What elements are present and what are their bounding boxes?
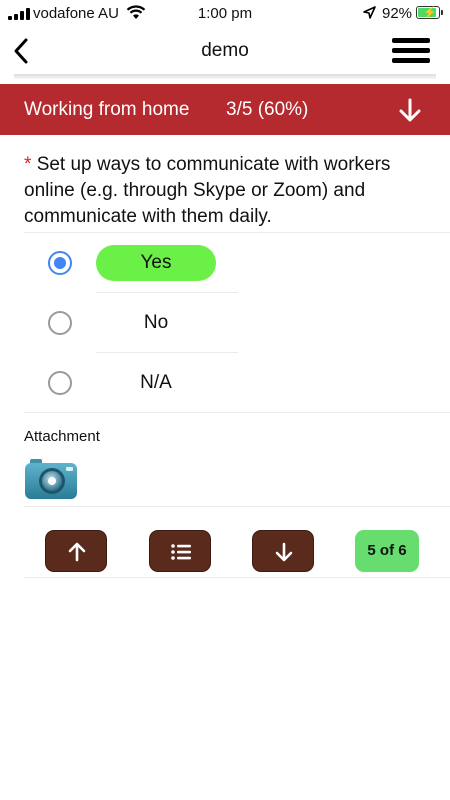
question-counter-badge: 5 of 6 (355, 530, 419, 572)
battery-charging-icon: ⚡ (416, 6, 443, 19)
previous-question-button[interactable] (45, 530, 107, 572)
option-no[interactable]: No (0, 293, 450, 353)
nav-bar: demo (0, 28, 450, 74)
page-title: demo (201, 40, 249, 61)
option-na[interactable]: N/A (0, 353, 450, 413)
next-question-button[interactable] (252, 530, 314, 572)
radio-button[interactable] (48, 371, 72, 395)
section-title: Working from home (24, 99, 190, 120)
question-text: * Set up ways to communicate with worker… (24, 152, 434, 230)
divider (24, 577, 450, 578)
option-label[interactable]: Yes (96, 245, 216, 281)
nav-divider (14, 74, 436, 79)
arrow-down-icon[interactable] (395, 95, 425, 125)
divider (24, 506, 450, 507)
battery-percentage: 92% (382, 5, 413, 22)
divider (24, 412, 450, 413)
required-marker: * (24, 154, 32, 175)
option-label[interactable]: No (96, 305, 216, 341)
radio-button[interactable] (48, 311, 72, 335)
section-header[interactable]: Working from home 3/5 (60%) (0, 84, 450, 135)
section-progress: 3/5 (60%) (226, 99, 309, 120)
hamburger-menu-icon[interactable] (392, 37, 432, 65)
location-icon (363, 6, 376, 23)
attachment-label: Attachment (24, 428, 100, 445)
question-list-button[interactable] (149, 530, 211, 572)
answer-options: Yes No N/A (0, 233, 450, 413)
camera-icon[interactable] (24, 458, 78, 500)
question-label: Set up ways to communicate with workers … (24, 154, 391, 227)
status-bar: vodafone AU 1:00 pm 92% ⚡ (0, 0, 450, 28)
option-yes[interactable]: Yes (0, 233, 450, 293)
option-label[interactable]: N/A (96, 365, 216, 401)
radio-button-checked[interactable] (48, 251, 72, 275)
